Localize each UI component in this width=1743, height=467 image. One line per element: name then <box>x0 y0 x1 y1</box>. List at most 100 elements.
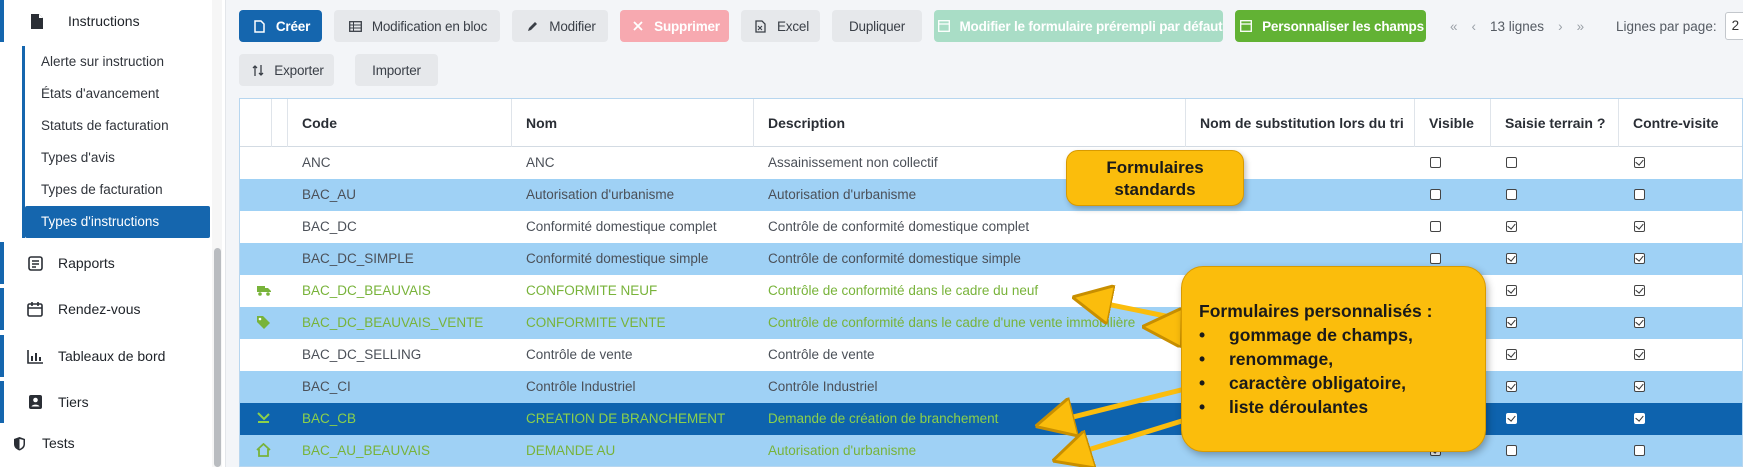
sidebar-item-tiers[interactable]: Tiers <box>0 381 210 423</box>
duplicate-label: Dupliquer <box>849 18 905 34</box>
duplicate-button[interactable]: Dupliquer <box>832 10 922 42</box>
header-saisie[interactable]: Saisie terrain ? <box>1491 99 1619 147</box>
saisie-terrain-checkbox[interactable] <box>1506 413 1517 424</box>
table-row[interactable]: BAC_DC_SELLING Contrôle de vente Contrôle … <box>240 339 1742 371</box>
close-icon <box>629 17 647 35</box>
cell-code: BAC_AU <box>302 187 357 202</box>
sidebar-item-statuts[interactable]: Statuts de facturation <box>25 110 210 142</box>
header-description[interactable]: Description <box>754 99 1186 147</box>
sidebar-item-types-instructions[interactable]: Types d'instructions <box>25 206 210 238</box>
cell-nom: Conformité domestique simple <box>526 251 709 266</box>
first-page-button[interactable]: « <box>1450 19 1458 34</box>
contre-visite-checkbox[interactable] <box>1634 285 1645 296</box>
delete-button[interactable]: Supprimer <box>620 10 729 42</box>
sidebar-item-tests[interactable]: Tests <box>0 426 210 460</box>
table-row[interactable]: BAC_DC_BEAUVAIS_VENTE CONFORMITE VENTE Con… <box>240 307 1742 339</box>
report-icon <box>26 254 44 272</box>
sidebar-item-types-facturation[interactable]: Types de facturation <box>25 174 210 206</box>
sidebar-item-types-avis[interactable]: Types d'avis <box>25 142 210 174</box>
visible-checkbox[interactable] <box>1430 157 1441 168</box>
cell-description: Contrôle de conformité dans le cadre du … <box>768 283 1039 298</box>
edit-default-form-button[interactable]: Modifier le formulaire prérempli par déf… <box>934 10 1223 42</box>
saisie-terrain-checkbox[interactable] <box>1506 349 1517 360</box>
bulk-edit-button[interactable]: Modification en bloc <box>334 10 500 42</box>
saisie-terrain-checkbox[interactable] <box>1506 221 1517 232</box>
contre-visite-checkbox[interactable] <box>1634 317 1645 328</box>
next-page-button[interactable]: › <box>1558 19 1563 34</box>
table-row[interactable]: BAC_AU_BEAUVAIS DEMANDE AU Autorisation d'… <box>240 435 1742 466</box>
callout-bullet-item: • caractère obligatoire, <box>1199 373 1485 397</box>
sidebar-item-rendez-vous[interactable]: Rendez-vous <box>0 288 210 330</box>
header-nom[interactable]: Nom <box>512 99 754 147</box>
contre-visite-checkbox[interactable] <box>1634 445 1645 456</box>
cell-nom: DEMANDE AU <box>526 443 616 458</box>
contre-visite-checkbox[interactable] <box>1634 381 1645 392</box>
excel-button[interactable]: Excel <box>741 10 820 42</box>
sidebar-item-label: Tableaux de bord <box>58 348 166 364</box>
saisie-terrain-checkbox[interactable] <box>1506 157 1517 168</box>
header-contre-visite[interactable]: Contre-visite <box>1619 99 1742 147</box>
bulk-edit-label: Modification en bloc <box>371 18 488 34</box>
header-visible[interactable]: Visible <box>1415 99 1491 147</box>
sidebar-item-tableaux[interactable]: Tableaux de bord <box>0 335 210 377</box>
last-page-button[interactable]: » <box>1577 19 1585 34</box>
header-sort-name[interactable]: Nom de substitution lors du tri <box>1186 99 1415 147</box>
sidebar-item-alerte[interactable]: Alerte sur instruction <box>25 46 210 78</box>
create-button-label: Créer <box>275 18 311 34</box>
cell-nom: CONFORMITE NEUF <box>526 283 658 298</box>
callout-line: Formulaires <box>1106 158 1204 177</box>
sidebar-item-label: Rendez-vous <box>58 301 141 317</box>
edit-default-form-label: Modifier le formulaire prérempli par déf… <box>959 18 1223 34</box>
tag-icon <box>256 315 272 331</box>
create-button[interactable]: Créer <box>239 10 322 42</box>
saisie-terrain-checkbox[interactable] <box>1506 285 1517 296</box>
sidebar: Instructions Alerte sur instruction État… <box>0 0 226 467</box>
saisie-terrain-checkbox[interactable] <box>1506 381 1517 392</box>
edit-button[interactable]: Modifier <box>512 10 608 42</box>
callout-line: standards <box>1114 180 1196 199</box>
bullet: • <box>1199 397 1206 417</box>
saisie-terrain-checkbox[interactable] <box>1506 445 1517 456</box>
cell-code: BAC_DC <box>302 219 357 234</box>
sidebar-section-label: Instructions <box>68 13 140 29</box>
sort-arrows-icon <box>249 61 267 79</box>
contre-visite-checkbox[interactable] <box>1634 221 1645 232</box>
contre-visite-checkbox[interactable] <box>1634 253 1645 264</box>
prev-page-button[interactable]: ‹ <box>1472 19 1477 34</box>
export-label: Exporter <box>274 62 324 78</box>
import-label: Importer <box>372 62 421 78</box>
cell-code: BAC_CB <box>302 411 357 426</box>
cell-code: BAC_DC_SELLING <box>302 347 422 362</box>
calendar-icon <box>26 300 44 318</box>
visible-checkbox[interactable] <box>1430 221 1441 232</box>
table-row[interactable]: BAC_CI Contrôle Industriel Contrôle Indust… <box>240 371 1742 403</box>
cell-nom: CONFORMITE VENTE <box>526 315 666 330</box>
sidebar-item-etats[interactable]: États d'avancement <box>25 78 210 110</box>
customize-fields-button[interactable]: Personnaliser les champs <box>1235 10 1426 42</box>
table-row[interactable]: ANC ANC Assainissement non collectif <box>240 147 1742 179</box>
sidebar-item-rapports[interactable]: Rapports <box>0 242 210 284</box>
contre-visite-checkbox[interactable] <box>1634 349 1645 360</box>
saisie-terrain-checkbox[interactable] <box>1506 253 1517 264</box>
import-button[interactable]: Importer <box>355 54 438 86</box>
table-row[interactable]: BAC_CB CREATION DE BRANCHEMENT Demande de … <box>240 403 1742 435</box>
export-button[interactable]: Exporter <box>239 54 334 86</box>
table-row[interactable]: BAC_DC Conformité domestique complet Contr… <box>240 211 1742 243</box>
table-row[interactable]: BAC_AU Autorisation d'urbanisme Autorisati… <box>240 179 1742 211</box>
saisie-terrain-checkbox[interactable] <box>1506 317 1517 328</box>
header-code[interactable]: Code <box>288 99 512 147</box>
bullet-text: liste déroulantes <box>1229 397 1369 417</box>
saisie-terrain-checkbox[interactable] <box>1506 189 1517 200</box>
rows-per-page-select[interactable]: 2 <box>1724 12 1743 40</box>
contre-visite-checkbox[interactable] <box>1634 413 1645 424</box>
pencil-icon <box>524 17 542 35</box>
cell-description: Autorisation d'urbanisme <box>768 443 917 458</box>
contre-visite-checkbox[interactable] <box>1634 189 1645 200</box>
sidebar-scrollbar-thumb[interactable] <box>214 248 221 467</box>
contre-visite-checkbox[interactable] <box>1634 157 1645 168</box>
visible-checkbox[interactable] <box>1430 253 1441 264</box>
table-row[interactable]: BAC_DC_SIMPLE Conformité domestique simpl… <box>240 243 1742 275</box>
visible-checkbox[interactable] <box>1430 189 1441 200</box>
sidebar-section-instructions[interactable]: Instructions <box>0 0 210 42</box>
table-row[interactable]: BAC_DC_BEAUVAIS CONFORMITE NEUF Contrôle d… <box>240 275 1742 307</box>
